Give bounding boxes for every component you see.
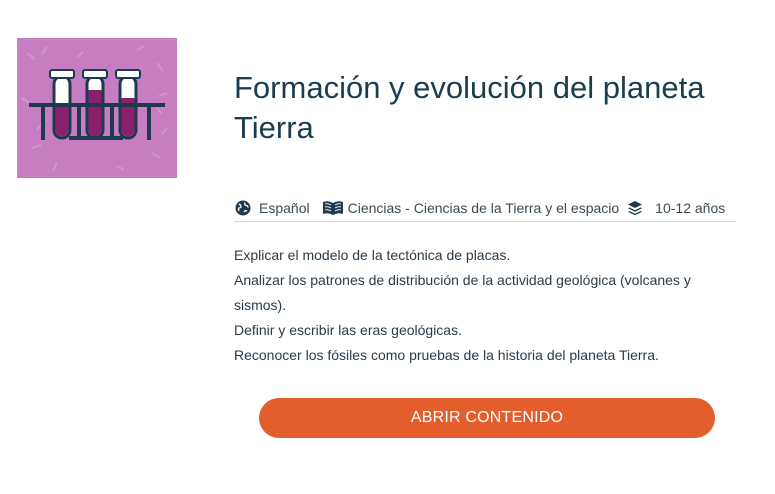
book-icon: [322, 199, 344, 217]
layers-icon: [626, 199, 644, 217]
objective-item: Reconocer los fósiles como pruebas de la…: [234, 347, 659, 363]
subject-label: Ciencias - Ciencias de la Tierra y el es…: [347, 200, 620, 216]
test-tubes-illustration: [21, 45, 168, 172]
content-metadata: Español Ciencias - Ciencias de la Tierra…: [234, 195, 736, 222]
objective-item: Analizar los patrones de distribución de…: [234, 272, 691, 313]
content-thumbnail: [17, 38, 177, 178]
language-label: Español: [259, 200, 310, 216]
age-range-label: 10-12 años: [655, 200, 726, 216]
objective-item: Definir y escribir las eras geológicas.: [234, 322, 462, 338]
page-title: Formación y evolución del planeta Tierra: [234, 70, 705, 145]
objective-item: Explicar el modelo de la tectónica de pl…: [234, 247, 511, 263]
learning-objectives: Explicar el modelo de la tectónica de pl…: [234, 243, 714, 368]
open-content-button[interactable]: ABRIR CONTENIDO: [259, 398, 715, 438]
globe-icon: [234, 199, 252, 217]
